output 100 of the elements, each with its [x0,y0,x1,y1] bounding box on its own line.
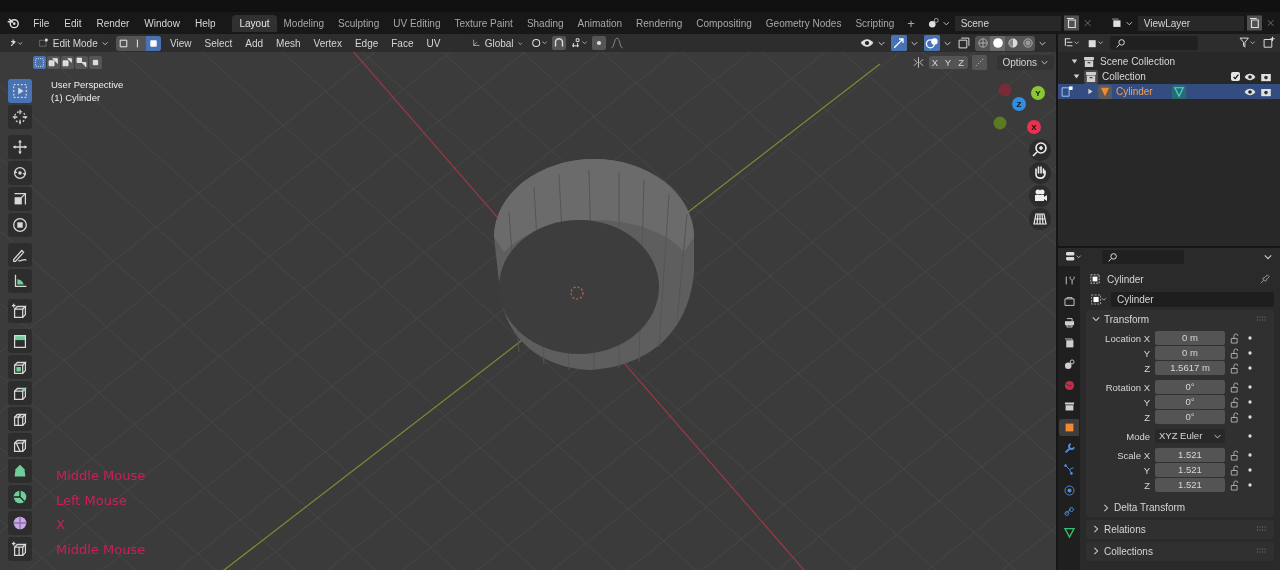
keyframe-dot-icon[interactable] [1248,351,1252,355]
grid-plane-icon[interactable] [1029,208,1051,230]
editor-type-icon[interactable] [1064,250,1082,264]
mirror-axis-toggle[interactable]: Z [954,56,968,69]
menu-item[interactable]: Window [138,17,186,29]
add-workspace-button[interactable]: + [901,15,921,31]
mirror-icon[interactable] [911,56,925,69]
menu-item[interactable]: Render [90,17,136,29]
number-field[interactable]: 0° [1155,380,1225,394]
copy-icon[interactable] [1246,15,1262,31]
chevron-right-icon[interactable] [1102,503,1110,512]
menu-item[interactable]: View [166,37,196,49]
outliner-row[interactable]: Scene Collection [1058,54,1280,69]
options-dropdown[interactable]: Options [996,55,1054,70]
drag-handle-icon[interactable] [1256,316,1268,322]
expand-arrow-icon[interactable] [1086,88,1094,95]
eye-icon[interactable] [860,36,874,50]
select-box-icon[interactable] [8,79,32,103]
workspace-tab[interactable]: Layout [232,14,277,32]
pencil-icon[interactable] [8,243,32,267]
transform-icon[interactable] [8,213,32,237]
pivot-icon[interactable] [530,36,549,50]
pin-icon[interactable] [1259,273,1271,285]
box-select-new-icon[interactable] [33,56,46,69]
cube-icon[interactable] [8,537,32,561]
axis-handle-icon[interactable] [998,83,1012,97]
checkbox[interactable] [1231,72,1240,81]
workspace-tab[interactable]: Sculpting [331,14,387,32]
gizmo-toggle-icon[interactable] [891,35,907,51]
workspace-tab[interactable]: Compositing [689,14,759,32]
keyframe-dot-icon[interactable] [1248,434,1252,438]
workspace-tab[interactable]: Rendering [629,14,690,32]
menu-item[interactable]: UV [422,37,445,49]
outliner-row[interactable]: Collection [1058,69,1280,84]
axis-handle[interactable]: Y [1031,86,1045,100]
box-select-invert-icon[interactable] [75,56,88,69]
drag-handle-icon[interactable] [1256,548,1268,554]
object-name-field[interactable]: Cylinder [1111,291,1274,307]
menu-item[interactable]: File [27,17,56,29]
workspace-tab[interactable]: UV Editing [386,14,448,32]
search-field[interactable] [1102,250,1184,264]
number-field[interactable]: 1.521 [1155,478,1225,492]
menu-item[interactable]: Select [200,37,237,49]
chevron-down-icon[interactable] [1092,315,1100,323]
subpanel-title[interactable]: Delta Transform [1114,502,1186,513]
workspace-tab[interactable]: Scripting [848,14,902,32]
box-select-extend-icon[interactable] [47,56,60,69]
panel-title[interactable]: Transform [1104,313,1150,325]
keyframe-dot-icon[interactable] [1248,415,1252,419]
menu-item[interactable]: Edge [350,37,383,49]
magnet-icon[interactable] [552,36,567,50]
menu-item[interactable]: Add [241,37,268,49]
keyframe-dot-icon[interactable] [1248,385,1252,389]
cursor-icon[interactable] [8,105,32,129]
proportional-edit-icon[interactable] [592,36,607,50]
keyframe-dot-icon[interactable] [1248,453,1252,457]
keyframe-dot-icon[interactable] [1248,483,1252,487]
view-layer-field[interactable]: ViewLayer [1137,15,1244,31]
snap-icon[interactable] [570,36,589,50]
wireframe-sphere-icon[interactable] [975,35,990,51]
workspace-tab[interactable]: Geometry Nodes [758,14,849,32]
keyframe-dot-icon[interactable] [1248,400,1252,404]
mesh-data-icon[interactable] [1170,84,1187,99]
menu-item[interactable]: Edit [58,17,88,29]
box-select-subtract-icon[interactable] [61,56,74,69]
menu-item[interactable]: Mesh [272,37,305,49]
ruler-icon[interactable] [8,269,32,293]
number-field[interactable]: 0° [1155,410,1225,424]
mirror-axis-toggle[interactable]: Y [941,56,955,69]
number-field[interactable]: 0° [1155,395,1225,409]
number-field[interactable]: 1.521 [1155,448,1225,462]
panel-title[interactable]: Relations [1104,523,1146,535]
keyframe-dot-icon[interactable] [1248,366,1252,370]
object-selector-icon[interactable] [1089,292,1107,306]
number-field[interactable]: 1.5617 m [1155,361,1225,375]
menu-item[interactable]: Vertex [309,37,346,49]
zoom-icon[interactable] [1029,139,1051,161]
drag-handle-icon[interactable] [1256,526,1268,532]
app-logo-icon[interactable] [7,16,21,30]
new-collection-icon[interactable] [1262,36,1276,50]
copy-icon[interactable] [1063,15,1079,31]
keyframe-dot-icon[interactable] [1248,336,1252,340]
menu-item[interactable]: Help [188,17,222,29]
axis-handle[interactable]: X [1027,120,1041,134]
workspace-tab[interactable]: Texture Paint [447,14,520,32]
mirror-axis-toggle[interactable]: X [928,56,942,69]
caret-icon[interactable] [1264,253,1272,261]
menu-item[interactable]: Face [387,37,418,49]
camera-icon[interactable] [1029,185,1051,207]
viewport[interactable]: User Perspective (1) Cylinder X Y Z Options Y Z X Middle Mouse Left Mouse X Middle Mouse [0,52,1056,570]
loop-cut-icon[interactable] [8,407,32,431]
rendered-sphere-icon[interactable] [1020,35,1035,51]
hand-icon[interactable] [1029,162,1051,184]
scene-icon[interactable] [926,16,941,30]
knife-icon[interactable] [8,433,32,457]
solid-sphere-icon[interactable] [990,35,1005,51]
rotate-icon[interactable] [8,161,32,185]
extrude-icon[interactable] [8,329,32,353]
square-icon[interactable] [1059,419,1079,436]
workspace-tab[interactable]: Modeling [276,14,332,32]
